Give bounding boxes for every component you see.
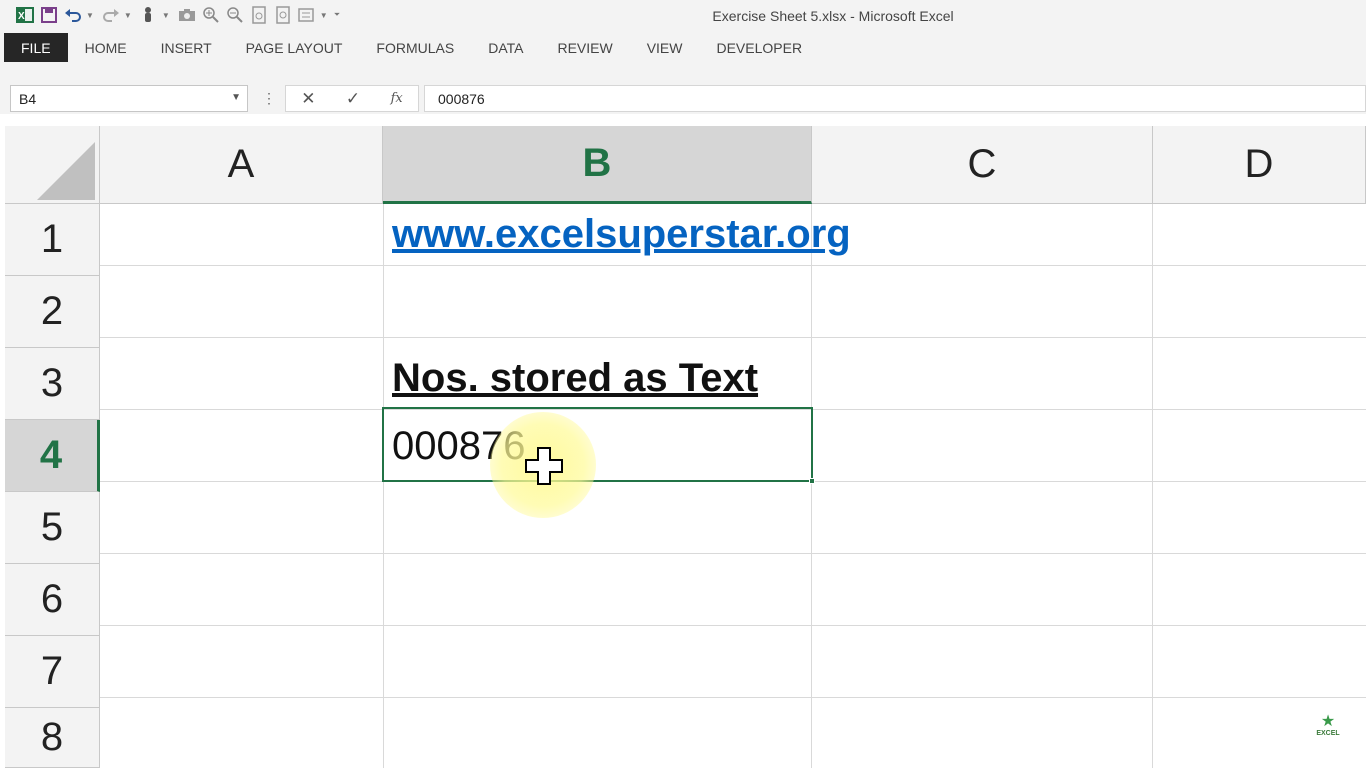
- column-header-b[interactable]: B: [383, 126, 812, 204]
- formula-input[interactable]: 000876: [424, 85, 1366, 112]
- insert-function-icon[interactable]: fx: [391, 91, 403, 106]
- ribbon-collapsed-area: [0, 64, 1366, 82]
- tab-formulas[interactable]: FORMULAS: [359, 31, 471, 64]
- row-header-4[interactable]: 4: [5, 420, 100, 492]
- formula-buttons: ✕ ✓ fx: [285, 85, 419, 112]
- enter-check-icon[interactable]: ✓: [346, 89, 360, 109]
- select-all-button[interactable]: [5, 126, 100, 204]
- name-box-value: B4: [19, 91, 37, 107]
- select-all-triangle-icon: [37, 142, 95, 200]
- tab-page-layout[interactable]: PAGE LAYOUT: [229, 31, 360, 64]
- name-box[interactable]: B4 ▼: [10, 85, 248, 112]
- row-header-8[interactable]: 8: [5, 708, 100, 768]
- title-bar: X ▼ ▼ ▼ ▼ ⏷ Exercise Sheet 5.xlsx - Micr…: [0, 0, 1366, 31]
- cancel-icon[interactable]: ✕: [301, 89, 315, 109]
- row-header-6[interactable]: 6: [5, 564, 100, 636]
- hyperlink[interactable]: www.excelsuperstar.org: [392, 212, 851, 257]
- tab-insert[interactable]: INSERT: [144, 31, 229, 64]
- gridline: [811, 204, 812, 768]
- cell-b1[interactable]: www.excelsuperstar.org: [384, 198, 851, 270]
- gridline: [100, 625, 1366, 626]
- column-header-a[interactable]: A: [100, 126, 383, 204]
- name-box-dropdown-icon[interactable]: ▼: [231, 92, 241, 103]
- formula-bar: B4 ▼ ⋮ ✕ ✓ fx 000876: [0, 82, 1366, 114]
- row-header-2[interactable]: 2: [5, 276, 100, 348]
- excel-superstar-logo: ★ EXCEL: [1308, 714, 1348, 748]
- fill-handle[interactable]: [809, 478, 815, 484]
- row-header-5[interactable]: 5: [5, 492, 100, 564]
- tab-view[interactable]: VIEW: [630, 31, 700, 64]
- heading-text: Nos. stored as Text: [392, 355, 759, 400]
- window-title: Exercise Sheet 5.xlsx - Microsoft Excel: [712, 8, 954, 24]
- column-header-c[interactable]: C: [812, 126, 1153, 204]
- ribbon-tabs: FILE HOME INSERT PAGE LAYOUT FORMULAS DA…: [0, 31, 1366, 64]
- row-header-7[interactable]: 7: [5, 636, 100, 708]
- column-header-d[interactable]: D: [1153, 126, 1366, 204]
- tab-data[interactable]: DATA: [471, 31, 540, 64]
- gridline: [100, 697, 1366, 698]
- gridline: [1152, 204, 1153, 768]
- tab-review[interactable]: REVIEW: [540, 31, 629, 64]
- gridline: [100, 553, 1366, 554]
- active-cell-border: [382, 407, 815, 484]
- gridline: [100, 337, 1366, 338]
- cell-b3[interactable]: Nos. stored as Text: [384, 342, 758, 414]
- row-header-3[interactable]: 3: [5, 348, 100, 420]
- logo-text: EXCEL: [1316, 730, 1340, 737]
- cell-select-cursor-icon: [524, 446, 564, 491]
- tab-file[interactable]: FILE: [4, 33, 68, 62]
- gridline: [383, 204, 384, 768]
- tab-home[interactable]: HOME: [68, 31, 144, 64]
- row-header-1[interactable]: 1: [5, 204, 100, 276]
- formula-bar-grip-icon[interactable]: ⋮: [262, 90, 276, 107]
- star-icon: ★: [1320, 713, 1336, 730]
- tab-developer[interactable]: DEVELOPER: [699, 31, 819, 64]
